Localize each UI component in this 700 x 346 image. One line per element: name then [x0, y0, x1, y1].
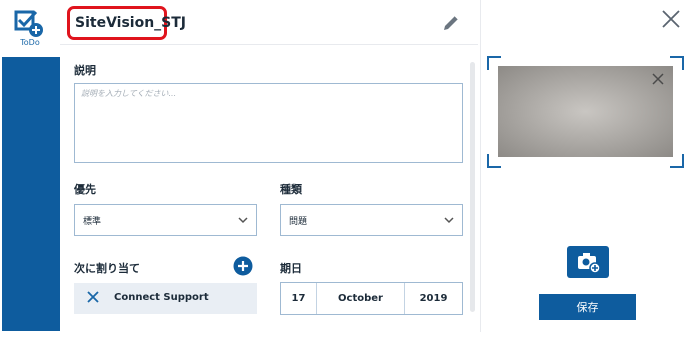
- header-divider: [60, 44, 478, 45]
- add-photo-button[interactable]: [567, 246, 609, 278]
- sidebar: ToDo: [0, 0, 60, 332]
- due-date-label: 期日: [280, 262, 302, 275]
- description-input[interactable]: [74, 83, 463, 163]
- description-label: 説明: [74, 64, 96, 77]
- category-select[interactable]: 問題: [280, 204, 463, 236]
- app-label: ToDo: [20, 38, 40, 47]
- sidebar-bar: [2, 57, 60, 331]
- add-assignee-icon[interactable]: [233, 256, 253, 276]
- todo-add-icon[interactable]: [14, 10, 44, 38]
- assign-label: 次に割り当て: [74, 262, 140, 275]
- close-icon[interactable]: [660, 8, 682, 30]
- chevron-down-icon: [444, 217, 454, 224]
- save-button[interactable]: 保存: [539, 294, 636, 320]
- todo-form: SiteVision_STJ 説明 優先 標準 種類 問題 次に割り当て Con…: [60, 0, 478, 332]
- category-value: 問題: [289, 217, 308, 227]
- due-month[interactable]: October: [317, 283, 404, 314]
- due-year[interactable]: 2019: [405, 283, 462, 314]
- priority-label: 優先: [74, 183, 96, 196]
- camera-add-icon: [578, 253, 601, 274]
- page-title: SiteVision_STJ: [75, 15, 187, 31]
- remove-photo-icon[interactable]: [651, 72, 665, 86]
- priority-value: 標準: [83, 217, 102, 227]
- category-label: 種類: [280, 183, 302, 196]
- remove-assignee-icon[interactable]: [86, 290, 100, 304]
- photo-thumbnail[interactable]: [498, 66, 673, 157]
- assignee-chip: Connect Support: [74, 283, 257, 314]
- assignee-name: Connect Support: [114, 292, 209, 303]
- due-date-picker: 17 October 2019: [280, 282, 463, 315]
- due-day[interactable]: 17: [281, 283, 316, 314]
- form-scrollbar[interactable]: [470, 62, 475, 312]
- priority-select[interactable]: 標準: [74, 204, 257, 236]
- panel-divider: [480, 0, 481, 332]
- chevron-down-icon: [238, 217, 248, 224]
- pencil-icon[interactable]: [440, 12, 462, 34]
